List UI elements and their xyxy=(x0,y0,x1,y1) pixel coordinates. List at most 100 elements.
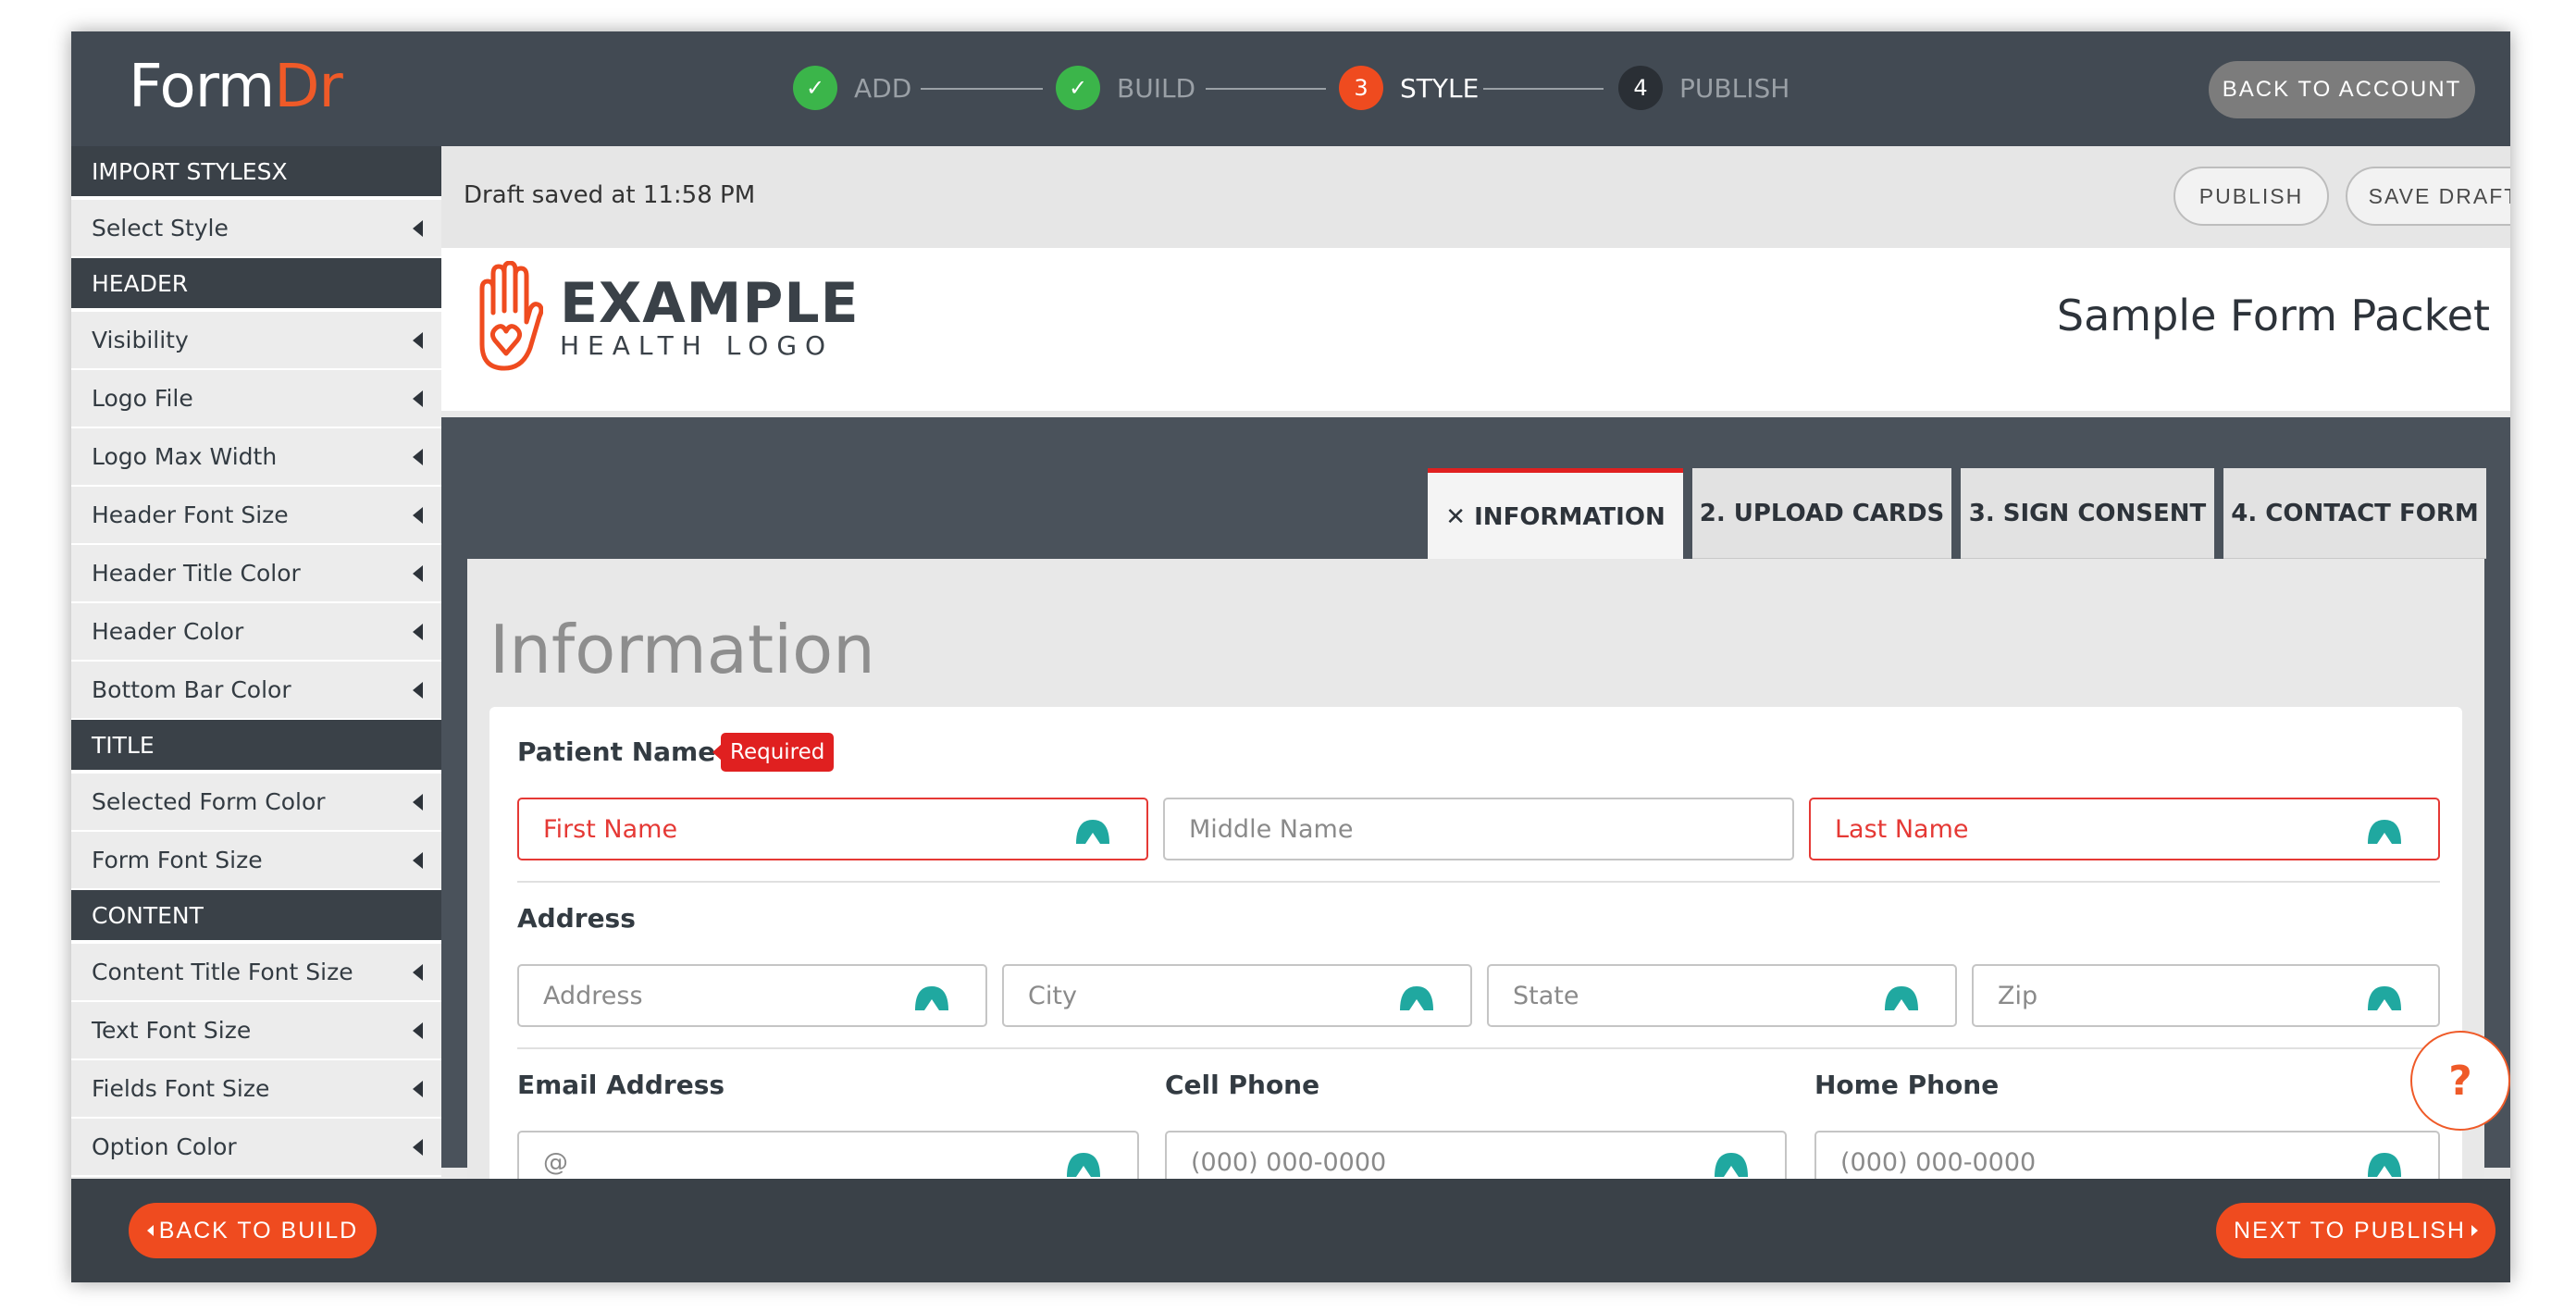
patient-name-text: Patient Name xyxy=(517,736,716,767)
autofill-icon xyxy=(1885,986,1918,1010)
patient-name-label: Patient Name* xyxy=(517,736,737,767)
back-to-build-label: BACK TO BUILD xyxy=(158,1217,359,1244)
caret-left-icon xyxy=(413,1138,423,1156)
next-to-publish-button[interactable]: NEXT TO PUBLISH xyxy=(2216,1203,2496,1258)
back-to-account-button[interactable]: BACK TO ACCOUNT xyxy=(2209,61,2475,118)
information-panel: Information Patient Name* Required First… xyxy=(467,559,2484,1262)
back-to-build-button[interactable]: BACK TO BUILD xyxy=(129,1203,377,1258)
city-input[interactable]: City xyxy=(1002,964,1472,1027)
zip-placeholder: Zip xyxy=(1998,981,2038,1010)
caret-left-icon xyxy=(413,390,423,407)
row-divider xyxy=(517,881,2440,883)
sidebar-item-label: Bottom Bar Color xyxy=(92,676,291,703)
sidebar-section-content: CONTENT xyxy=(71,890,441,944)
sidebar-item-form-font-size[interactable]: Form Font Size xyxy=(71,832,441,890)
sidebar-item-select-style[interactable]: Select Style xyxy=(71,200,441,258)
caret-left-icon xyxy=(413,793,423,811)
sidebar-item-selected-form-color[interactable]: Selected Form Color xyxy=(71,774,441,832)
tab-sign-consent[interactable]: 3. SIGN CONSENT xyxy=(1961,468,2214,559)
hand-heart-icon xyxy=(479,261,543,371)
sidebar-item-option-color[interactable]: Option Color xyxy=(71,1119,441,1177)
step-connector xyxy=(921,88,1043,90)
preview-area: Draft saved at 11:58 PM PUBLISH SAVE DRA… xyxy=(441,146,2510,1262)
sidebar-item-label: Header Font Size xyxy=(92,501,289,528)
caret-left-icon xyxy=(413,331,423,349)
home-phone-placeholder: (000) 000-0000 xyxy=(1840,1147,2037,1177)
sidebar-item-bottom-bar-color[interactable]: Bottom Bar Color xyxy=(71,662,441,720)
cell-phone-placeholder: (000) 000-0000 xyxy=(1191,1147,1387,1177)
checkmark-icon: ✓ xyxy=(1056,66,1100,110)
autofill-icon xyxy=(2368,986,2401,1010)
caret-left-icon xyxy=(413,1080,423,1097)
logo-line-health: HEALTH LOGO xyxy=(560,330,835,361)
step-build[interactable]: ✓ BUILD xyxy=(1056,65,1195,111)
panel-title: Information xyxy=(489,611,875,688)
sidebar-item-header-color[interactable]: Header Color xyxy=(71,603,441,662)
sidebar-item-label: Logo Max Width xyxy=(92,443,278,470)
tab-upload-cards[interactable]: 2. UPLOAD CARDS xyxy=(1692,468,1951,559)
sidebar-item-visibility[interactable]: Visibility xyxy=(71,312,441,370)
email-placeholder: @ xyxy=(543,1147,568,1177)
middle-name-input[interactable]: Middle Name xyxy=(1163,798,1794,860)
help-button[interactable]: ? xyxy=(2410,1031,2510,1131)
sidebar-item-logo-file[interactable]: Logo File xyxy=(71,370,441,428)
sidebar-item-label: Form Font Size xyxy=(92,847,263,873)
middle-name-placeholder: Middle Name xyxy=(1189,814,1354,844)
required-badge: Required xyxy=(712,733,835,772)
autofill-icon xyxy=(915,986,948,1010)
row-divider xyxy=(517,1047,2440,1049)
sidebar-item-text-font-size[interactable]: Text Font Size xyxy=(71,1002,441,1060)
first-name-input[interactable]: First Name xyxy=(517,798,1148,860)
caret-left-icon xyxy=(413,963,423,981)
save-draft-button[interactable]: SAVE DRAFT xyxy=(2346,167,2510,226)
sidebar-item-fields-font-size[interactable]: Fields Font Size xyxy=(71,1060,441,1119)
form-builder-window: FormDr ✓ ADD ✓ BUILD 3 STYLE 4 PUBLISH B… xyxy=(71,31,2510,1282)
step-publish[interactable]: 4 PUBLISH xyxy=(1618,65,1790,111)
step-label-style: STYLE xyxy=(1400,72,1480,104)
sidebar-item-header-title-color[interactable]: Header Title Color xyxy=(71,545,441,603)
app-logo[interactable]: FormDr xyxy=(129,50,343,124)
sidebar-item-label: Fields Font Size xyxy=(92,1075,270,1102)
publish-button[interactable]: PUBLISH xyxy=(2174,167,2329,226)
caret-left-icon xyxy=(413,506,423,524)
step-label-build: BUILD xyxy=(1117,72,1196,104)
bottom-bar: BACK TO BUILD NEXT TO PUBLISH xyxy=(71,1179,2510,1282)
logo-text-dr: Dr xyxy=(274,53,343,121)
caret-left-icon xyxy=(146,1225,154,1236)
autofill-icon xyxy=(2368,820,2401,844)
caret-left-icon xyxy=(413,219,423,237)
city-placeholder: City xyxy=(1028,981,1077,1010)
step-style[interactable]: 3 STYLE xyxy=(1339,65,1479,111)
home-phone-label: Home Phone xyxy=(1814,1070,2000,1100)
email-label: Email Address xyxy=(517,1070,725,1100)
zip-input[interactable]: Zip xyxy=(1972,964,2440,1027)
autofill-icon xyxy=(1076,820,1109,844)
sidebar-item-logo-max-width[interactable]: Logo Max Width xyxy=(71,428,441,487)
logo-text-form: Form xyxy=(129,53,275,121)
last-name-input[interactable]: Last Name xyxy=(1809,798,2440,860)
top-bar: FormDr ✓ ADD ✓ BUILD 3 STYLE 4 PUBLISH B… xyxy=(71,31,2510,146)
sidebar-item-content-title-font-size[interactable]: Content Title Font Size xyxy=(71,944,441,1002)
form-title: Sample Form Packet xyxy=(2056,291,2490,340)
tab-information[interactable]: ✕ INFORMATION xyxy=(1428,468,1683,561)
sidebar-item-header-font-size[interactable]: Header Font Size xyxy=(71,487,441,545)
step-label-add: ADD xyxy=(854,72,912,104)
state-input[interactable]: State xyxy=(1487,964,1957,1027)
address-input[interactable]: Address xyxy=(517,964,987,1027)
logo-line-example: EXAMPLE xyxy=(560,271,860,336)
sidebar-section-import-styles: IMPORT STYLESX xyxy=(71,146,441,200)
sidebar-section-title: TITLE xyxy=(71,720,441,774)
autofill-icon xyxy=(2368,1153,2401,1177)
sidebar-item-label: Option Color xyxy=(92,1133,237,1160)
draft-bar: Draft saved at 11:58 PM PUBLISH SAVE DRA… xyxy=(441,146,2510,248)
tab-contact-form[interactable]: 4. CONTACT FORM xyxy=(2223,468,2486,559)
step-add[interactable]: ✓ ADD xyxy=(793,65,911,111)
sidebar-item-label: Header Color xyxy=(92,618,244,645)
style-sidebar: IMPORT STYLESX Select Style HEADER Visib… xyxy=(71,146,441,1282)
sidebar-item-label: Content Title Font Size xyxy=(92,959,353,985)
sidebar-item-label: Selected Form Color xyxy=(92,788,326,815)
step-number-3: 3 xyxy=(1339,66,1383,110)
step-connector xyxy=(1483,88,1604,90)
sidebar-section-header: HEADER xyxy=(71,258,441,312)
state-placeholder: State xyxy=(1513,981,1579,1010)
